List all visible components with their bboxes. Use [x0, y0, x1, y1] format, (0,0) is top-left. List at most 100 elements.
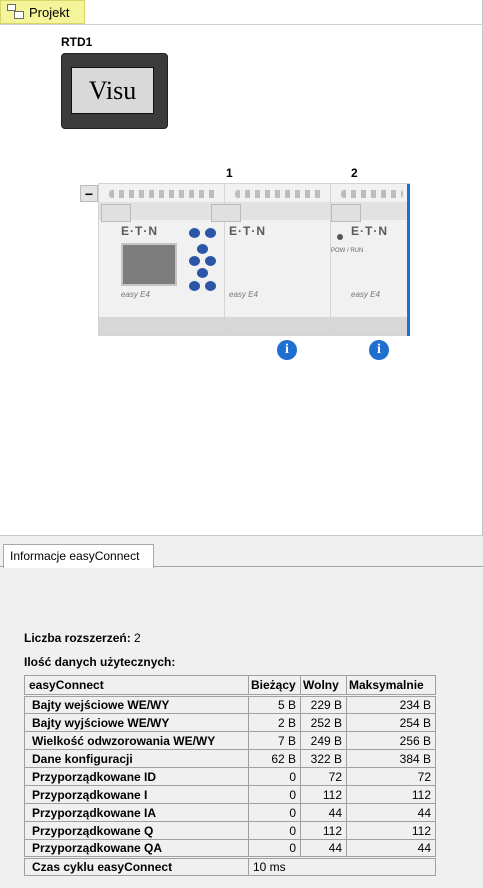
current-value: 7 B	[248, 731, 301, 750]
max-value: 234 B	[346, 695, 436, 714]
current-value: 0	[248, 785, 301, 804]
project-canvas[interactable]: Projekt RTD1 Visu 1 2 − E·T·N easy E4 E·…	[0, 0, 483, 535]
easyconnect-table: easyConnect Bieżący Wolny Maksymalnie Ba…	[24, 675, 436, 876]
cycle-time-label: Czas cyklu easyConnect	[24, 856, 249, 876]
row-label: Przyporządkowane IA	[24, 803, 249, 822]
eaton-logo: E·T·N	[351, 224, 388, 238]
max-value: 254 B	[346, 713, 436, 732]
row-label: Bajty wejściowe WE/WY	[24, 695, 249, 714]
cycle-time-row: Czas cyklu easyConnect 10 ms	[24, 856, 436, 876]
expansion-module-1[interactable]: E·T·N easy E4	[211, 184, 331, 335]
hardware-assembly[interactable]: E·T·N easy E4 E·T·N easy E4 POW / RUN E·…	[98, 183, 410, 336]
eaton-logo: E·T·N	[229, 224, 266, 238]
row-label: Dane konfiguracji	[24, 749, 249, 768]
module-2-info-icon[interactable]: i	[369, 340, 389, 360]
free-value: 322 B	[300, 749, 347, 768]
row-label: Przyporządkowane I	[24, 785, 249, 804]
terminal-dots-top	[235, 190, 324, 198]
row-label: Przyporządkowane Q	[24, 821, 249, 840]
max-value: 256 B	[346, 731, 436, 750]
status-led	[337, 234, 343, 240]
collapse-button[interactable]: −	[80, 185, 98, 202]
device-lcd	[121, 243, 177, 286]
divider	[0, 24, 483, 25]
terminal-dots-top	[109, 190, 218, 198]
clip	[331, 204, 361, 222]
max-value: 44	[346, 803, 436, 822]
rtd-device-label: RTD1	[61, 35, 93, 49]
module-1-info-icon[interactable]: i	[277, 340, 297, 360]
free-value: 44	[300, 839, 347, 858]
table-row: Przyporządkowane IA 0 44 44	[24, 803, 436, 822]
device-key	[197, 244, 208, 254]
module-number-2: 2	[351, 166, 358, 180]
max-value: 72	[346, 767, 436, 786]
current-value: 0	[248, 821, 301, 840]
info-tab-strip: Informacje easyConnect	[0, 544, 483, 568]
extensions-count: Liczba rozszerzeń: 2	[24, 631, 141, 645]
current-value: 0	[248, 767, 301, 786]
table-row: Bajty wejściowe WE/WY 5 B 229 B 234 B	[24, 695, 436, 714]
current-value: 2 B	[248, 713, 301, 732]
base-unit-module[interactable]: E·T·N easy E4	[99, 184, 225, 335]
row-label: Przyporządkowane ID	[24, 767, 249, 786]
table-row: Dane konfiguracji 62 B 322 B 384 B	[24, 749, 436, 768]
device-key	[205, 256, 216, 266]
project-tab-label: Projekt	[29, 4, 70, 20]
module-number-1: 1	[226, 166, 233, 180]
device-key	[189, 281, 200, 291]
clip	[101, 204, 131, 222]
easy-logo: easy E4	[351, 290, 380, 299]
max-value: 384 B	[346, 749, 436, 768]
easy-logo: easy E4	[121, 290, 150, 299]
eaton-logo: E·T·N	[121, 224, 158, 238]
max-value: 112	[346, 785, 436, 804]
row-label: Wielkość odwzorowania WE/WY	[24, 731, 249, 750]
usable-data-heading: Ilość danych użytecznych:	[24, 655, 176, 669]
free-value: 44	[300, 803, 347, 822]
free-value: 229 B	[300, 695, 347, 714]
table-row: Przyporządkowane ID 0 72 72	[24, 767, 436, 786]
table-row: Przyporządkowane Q 0 112 112	[24, 821, 436, 840]
table-row: Przyporządkowane QA 0 44 44	[24, 839, 436, 858]
column-header: Bieżący	[248, 675, 301, 697]
max-value: 112	[346, 821, 436, 840]
device-key	[189, 256, 200, 266]
table-row: Bajty wyjściowe WE/WY 2 B 252 B 254 B	[24, 713, 436, 732]
device-key	[205, 228, 216, 238]
easy-logo: easy E4	[229, 290, 258, 299]
device-key	[205, 281, 216, 291]
terminal-strip-bottom	[331, 317, 409, 335]
row-label: Przyporządkowane QA	[24, 839, 249, 858]
expansion-module-2[interactable]: POW / RUN E·T·N easy E4	[331, 184, 409, 335]
free-value: 112	[300, 785, 347, 804]
terminal-strip-bottom	[225, 317, 330, 335]
project-tree-tab[interactable]: Projekt	[0, 0, 85, 24]
extensions-label: Liczba rozszerzeń:	[24, 631, 131, 645]
tab-easyconnect-info[interactable]: Informacje easyConnect	[3, 544, 154, 568]
rtd-visu-device[interactable]: Visu	[61, 53, 168, 129]
selection-marker	[407, 184, 410, 336]
current-value: 0	[248, 839, 301, 858]
free-value: 72	[300, 767, 347, 786]
device-key	[189, 228, 200, 238]
table-row: Przyporządkowane I 0 112 112	[24, 785, 436, 804]
cycle-time-value: 10 ms	[248, 856, 436, 876]
column-header: Maksymalnie	[346, 675, 436, 697]
extensions-value: 2	[134, 631, 141, 645]
project-tree-icon	[7, 4, 25, 20]
current-value: 5 B	[248, 695, 301, 714]
info-panel: Informacje easyConnect Liczba rozszerzeń…	[0, 535, 483, 888]
column-header: easyConnect	[24, 675, 249, 697]
terminal-dots-top	[341, 190, 403, 198]
table-header-row: easyConnect Bieżący Wolny Maksymalnie	[24, 675, 436, 697]
rtd-screen: Visu	[71, 67, 154, 114]
table-row: Wielkość odwzorowania WE/WY 7 B 249 B 256 B	[24, 731, 436, 750]
terminal-strip-bottom	[99, 317, 224, 335]
current-value: 0	[248, 803, 301, 822]
free-value: 112	[300, 821, 347, 840]
column-header: Wolny	[300, 675, 347, 697]
device-key	[197, 268, 208, 278]
clip	[211, 204, 241, 222]
row-label: Bajty wyjściowe WE/WY	[24, 713, 249, 732]
